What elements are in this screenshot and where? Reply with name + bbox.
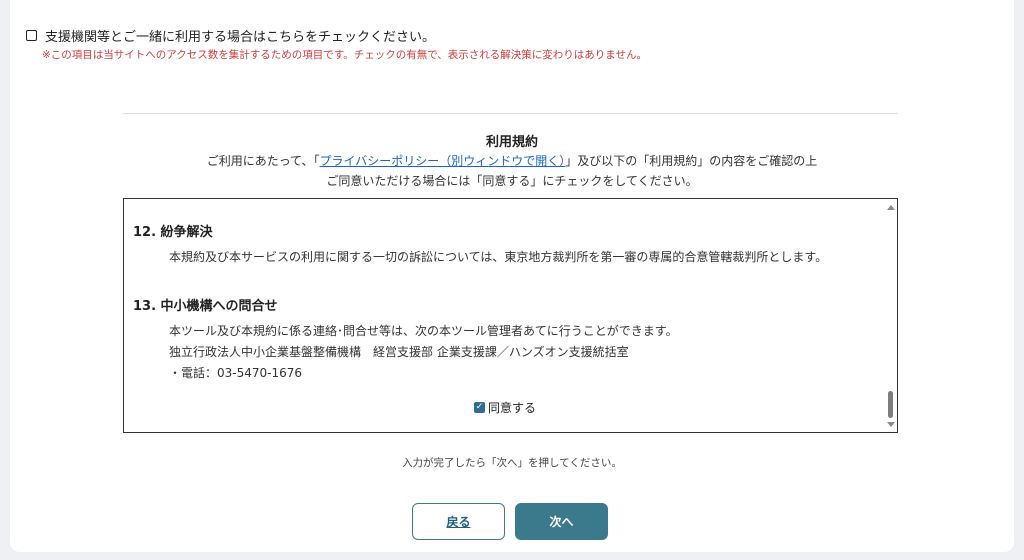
terms-scroll-box[interactable]: 12. 紛争解決 本規約及び本サービスの利用に関する一切の訴訟については、東京地… [123, 198, 898, 433]
support-agency-checkbox[interactable] [26, 30, 37, 41]
form-card: 支援機関等とご一緒に利用する場合はこちらをチェックください。 ※この項目は当サイ… [10, 0, 1014, 552]
support-agency-label[interactable]: 支援機関等とご一緒に利用する場合はこちらをチェックください。 [45, 26, 435, 45]
back-button[interactable]: 戻る [412, 503, 505, 540]
privacy-policy-link[interactable]: プライバシーポリシー（別ウィンドウで開く） [320, 154, 566, 168]
section-heading-contact: 13. 中小機構への問合せ [133, 299, 278, 314]
next-button[interactable]: 次へ [515, 503, 608, 540]
scroll-down-arrow-icon[interactable] [887, 422, 895, 427]
terms-scrollbar[interactable] [884, 199, 897, 432]
agree-checkbox[interactable]: ✓ [474, 402, 485, 413]
section-heading-dispute: 12. 紛争解決 [133, 225, 213, 240]
section-body-dispute: 本規約及び本サービスの利用に関する一切の訴訟については、東京地方裁判所を第一審の… [169, 250, 828, 264]
scrollbar-thumb[interactable] [888, 391, 893, 418]
agree-option[interactable]: ✓ 同意する [474, 399, 536, 416]
section-divider [123, 113, 898, 114]
intro-suffix: 」及び以下の「利用規約」の内容をご確認の上 [565, 154, 818, 168]
scroll-up-arrow-icon[interactable] [887, 205, 895, 210]
completion-hint: 入力が完了したら「次へ」を押してください。 [402, 457, 622, 469]
contact-line-3: ・電話：03-5470-1676 [169, 366, 303, 380]
support-agency-note: ※この項目は当サイトへのアクセス数を集計するための項目です。チェックの有無で、表… [42, 49, 647, 61]
agree-label[interactable]: 同意する [488, 399, 536, 416]
contact-line-1: 本ツール及び本規約に係る連絡･問合せ等は、次の本ツール管理者あてに行うことができ… [169, 324, 678, 338]
contact-line-2: 独立行政法人中小企業基盤整備機構 経営支援部 企業支援課／ハンズオン支援統括室 [169, 345, 629, 359]
terms-intro-line1: ご利用にあたって、「プライバシーポリシー（別ウィンドウで開く）」及び以下の「利用… [10, 152, 1014, 169]
intro-prefix: ご利用にあたって、「 [206, 154, 320, 168]
terms-title: 利用規約 [485, 135, 538, 150]
terms-intro-line2: ご同意いただける場合には「同意する」にチェックをしてください。 [326, 174, 698, 188]
support-agency-option[interactable]: 支援機関等とご一緒に利用する場合はこちらをチェックください。 [26, 26, 435, 45]
